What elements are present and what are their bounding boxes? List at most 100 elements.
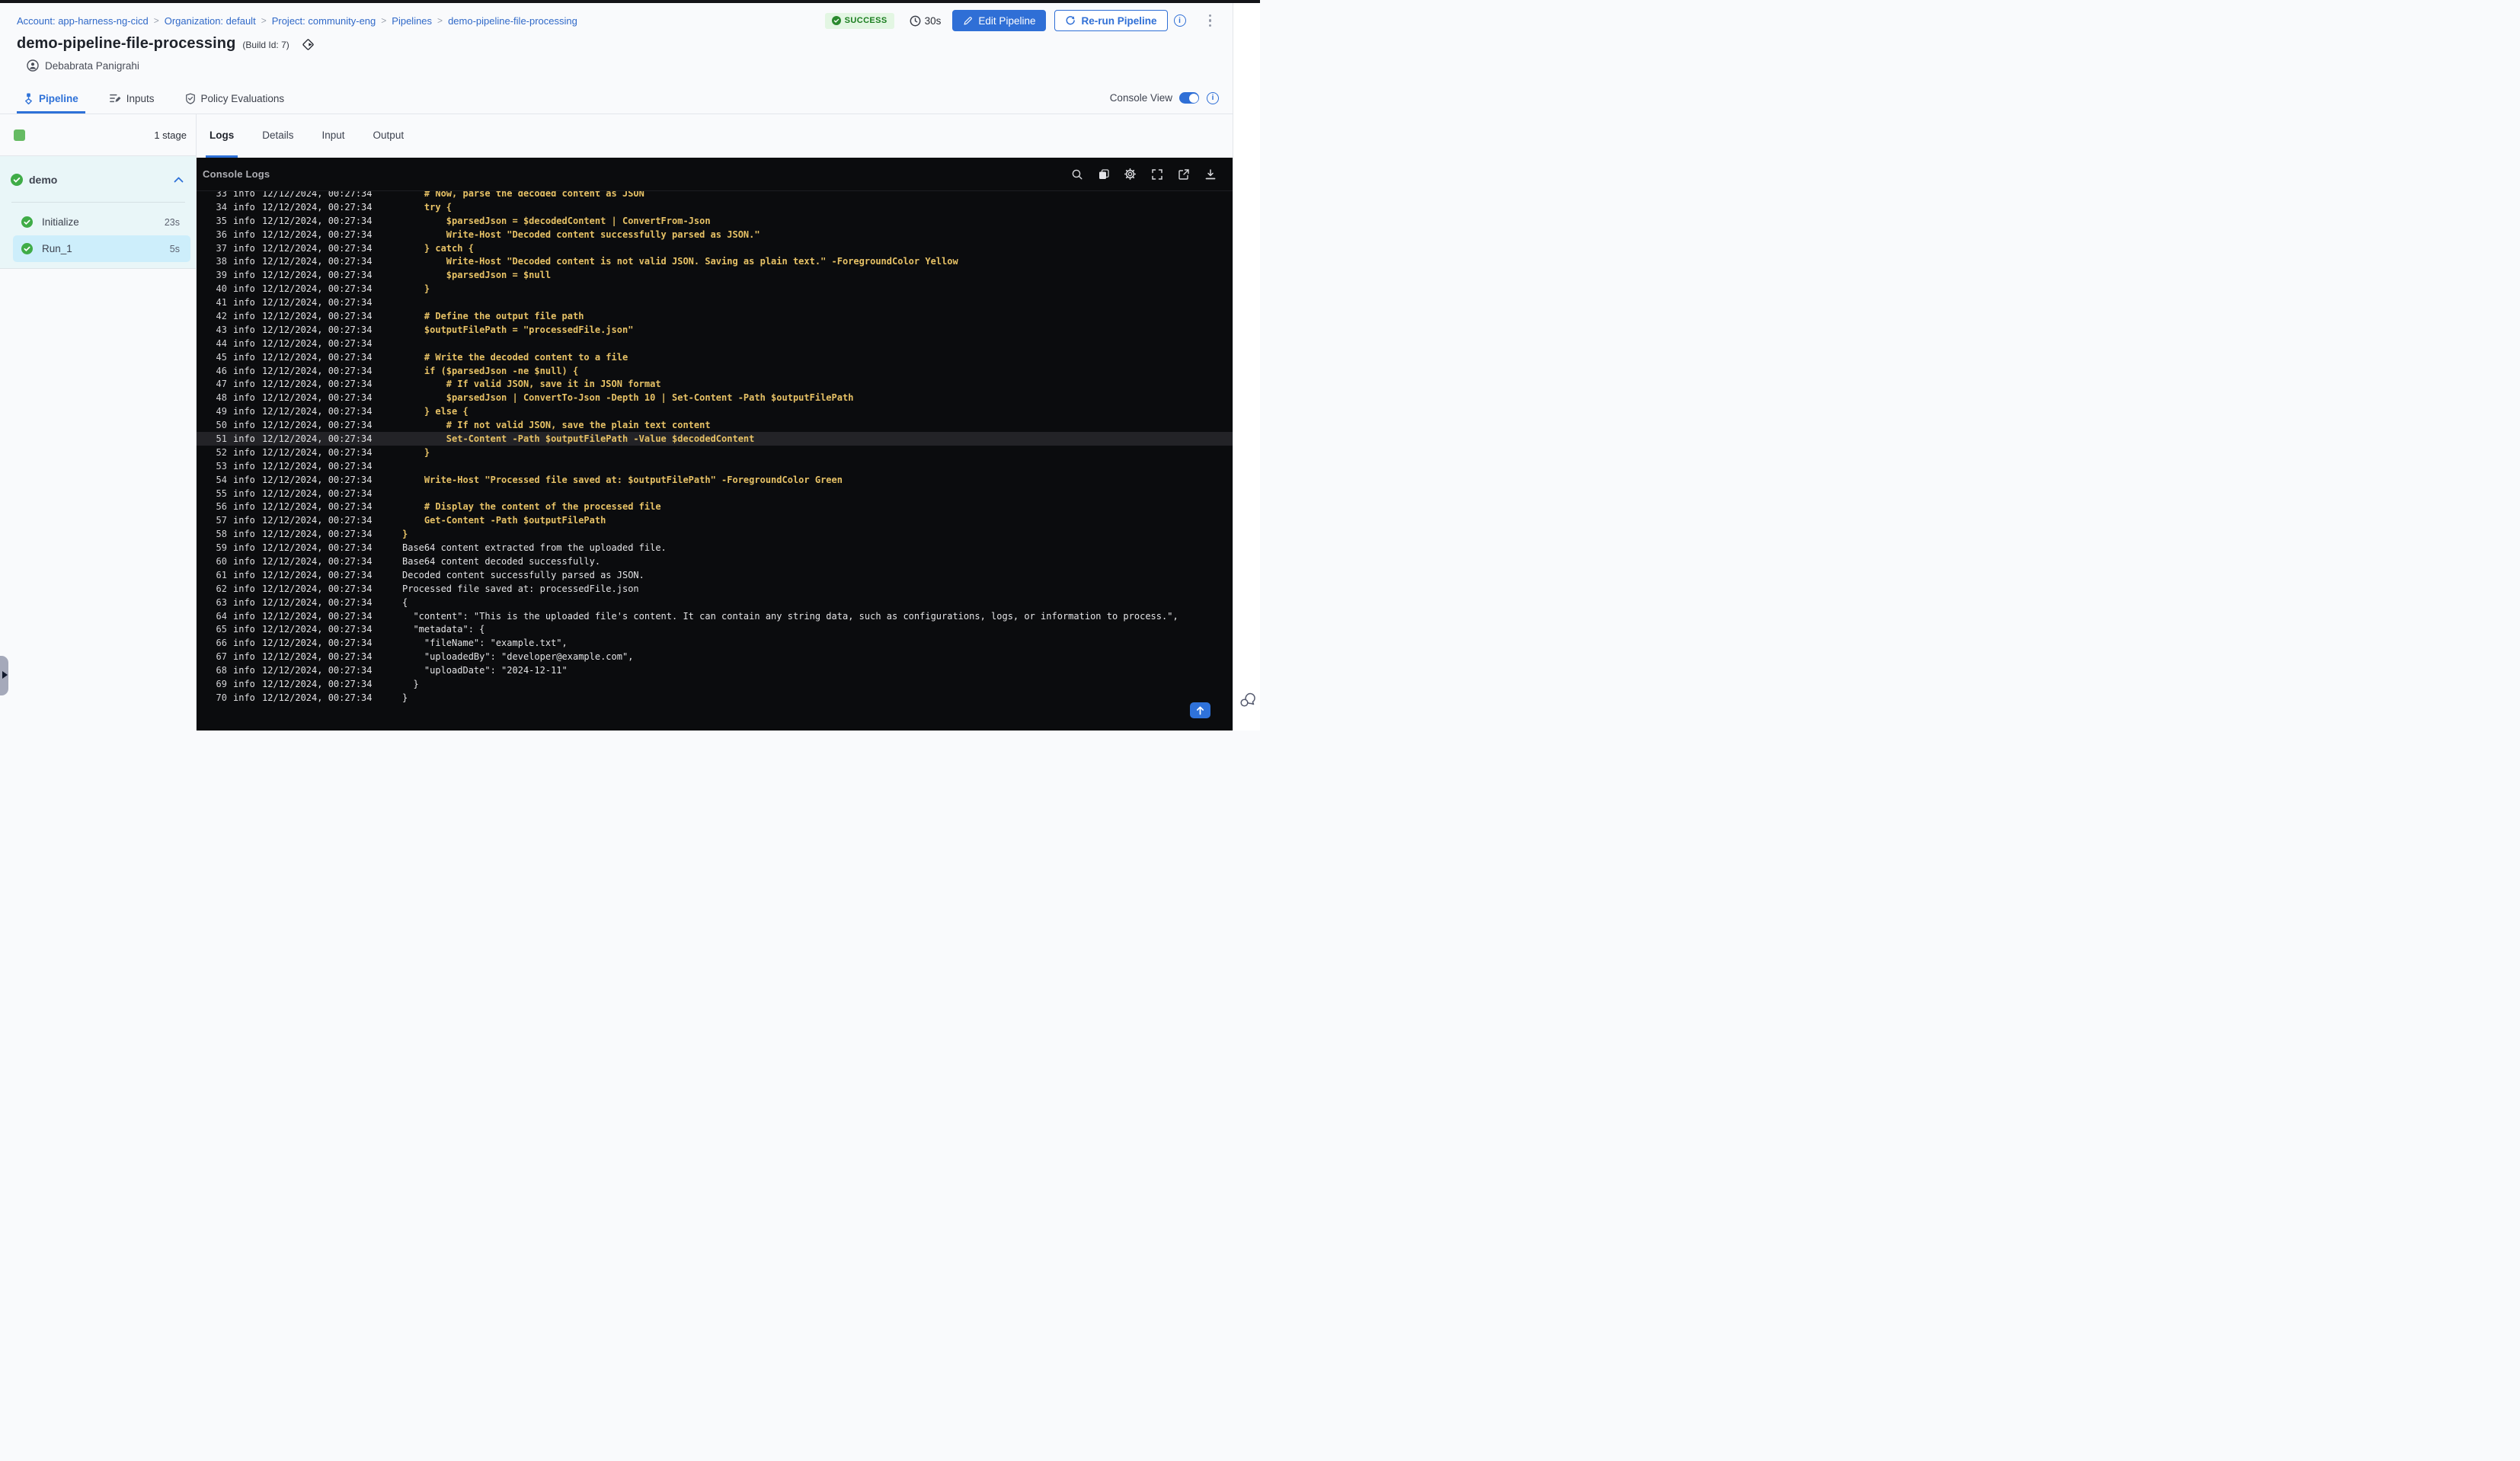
tab-policy-evaluations[interactable]: Policy Evaluations xyxy=(178,85,292,113)
tab-input[interactable]: Input xyxy=(318,114,349,158)
download-icon[interactable] xyxy=(1204,168,1217,181)
breadcrumb-link[interactable]: Account: app-harness-ng-cicd xyxy=(17,15,149,27)
log-line-63[interactable]: 63 info 12/12/2024, 00:27:34 { xyxy=(197,596,1233,609)
log-line-38[interactable]: 38 info 12/12/2024, 00:27:34 Write-Host "D… xyxy=(197,254,1233,268)
edit-pipeline-button[interactable]: Edit Pipeline xyxy=(952,10,1047,31)
log-line-60[interactable]: 60 info 12/12/2024, 00:27:34 Base64 content… xyxy=(197,555,1233,568)
log-line-48[interactable]: 48 info 12/12/2024, 00:27:34 $parsedJson |… xyxy=(197,391,1233,404)
log-line-62[interactable]: 62 info 12/12/2024, 00:27:34 Processed file… xyxy=(197,582,1233,596)
log-line-64[interactable]: 64 info 12/12/2024, 00:27:34 "content": "T… xyxy=(197,609,1233,623)
log-line-53[interactable]: 53 info 12/12/2024, 00:27:34 xyxy=(197,459,1233,473)
copy-icon[interactable] xyxy=(1097,168,1110,181)
step-label: Initialize xyxy=(42,216,79,228)
log-timestamp: 12/12/2024, 00:27:34 xyxy=(262,215,373,226)
tab-logs[interactable]: Logs xyxy=(206,114,238,158)
status-label: SUCCESS xyxy=(844,16,887,25)
log-line-45[interactable]: 45 info 12/12/2024, 00:27:34 # Write the d… xyxy=(197,350,1233,364)
breadcrumb-link[interactable]: Organization: default xyxy=(165,15,256,27)
fullscreen-icon[interactable] xyxy=(1150,168,1163,181)
log-line-number: 59 xyxy=(216,542,227,554)
log-line-43[interactable]: 43 info 12/12/2024, 00:27:34 $outputFilePa… xyxy=(197,323,1233,337)
log-message: $outputFilePath = "processedFile.json" xyxy=(402,324,634,335)
log-line-40[interactable]: 40 info 12/12/2024, 00:27:34 } xyxy=(197,282,1233,296)
tab-inputs[interactable]: Inputs xyxy=(102,85,161,113)
log-line-56[interactable]: 56 info 12/12/2024, 00:27:34 # Display the… xyxy=(197,500,1233,513)
log-level: info xyxy=(233,337,255,349)
log-line-39[interactable]: 39 info 12/12/2024, 00:27:34 $parsedJson =… xyxy=(197,268,1233,282)
log-line-49[interactable]: 49 info 12/12/2024, 00:27:34 } else { xyxy=(197,404,1233,418)
log-line-67[interactable]: 67 info 12/12/2024, 00:27:34 "uploadedBy":… xyxy=(197,650,1233,663)
log-line-36[interactable]: 36 info 12/12/2024, 00:27:34 Write-Host "D… xyxy=(197,228,1233,241)
log-message: "uploadDate": "2024-12-11" xyxy=(402,665,568,676)
console-view-toggle[interactable] xyxy=(1179,92,1199,104)
stage-row-demo[interactable]: demo xyxy=(0,168,196,191)
tab-pipeline[interactable]: Pipeline xyxy=(17,85,85,113)
pipeline-diagram-icon[interactable] xyxy=(302,38,315,51)
log-line-59[interactable]: 59 info 12/12/2024, 00:27:34 Base64 content… xyxy=(197,541,1233,555)
more-options-menu[interactable] xyxy=(1204,11,1217,30)
console-log-lines: 33 info 12/12/2024, 00:27:34 # Now, parse … xyxy=(197,191,1233,730)
step-row-run-1[interactable]: Run_1 5s xyxy=(13,235,190,262)
tab-details[interactable]: Details xyxy=(258,114,297,158)
log-line-55[interactable]: 55 info 12/12/2024, 00:27:34 xyxy=(197,487,1233,500)
log-line-number: 67 xyxy=(216,651,227,663)
log-timestamp: 12/12/2024, 00:27:34 xyxy=(262,624,373,635)
log-line-70[interactable]: 70 info 12/12/2024, 00:27:34} xyxy=(197,691,1233,705)
log-line-50[interactable]: 50 info 12/12/2024, 00:27:34 # If not vali… xyxy=(197,418,1233,432)
log-line-41[interactable]: 41 info 12/12/2024, 00:27:34 xyxy=(197,296,1233,309)
stage-success-icon xyxy=(11,174,23,186)
log-message: } else { xyxy=(402,406,469,417)
log-line-57[interactable]: 57 info 12/12/2024, 00:27:34 Get-Content -… xyxy=(197,513,1233,527)
expand-panel-handle[interactable] xyxy=(0,656,8,695)
log-line-69[interactable]: 69 info 12/12/2024, 00:27:34 } xyxy=(197,677,1233,691)
settings-gear-icon[interactable] xyxy=(1124,168,1137,181)
breadcrumb-link[interactable]: Pipelines xyxy=(392,15,432,27)
log-timestamp: 12/12/2024, 00:27:34 xyxy=(262,596,373,608)
log-message: # Define the output file path xyxy=(402,310,584,321)
log-line-52[interactable]: 52 info 12/12/2024, 00:27:34 } xyxy=(197,446,1233,459)
log-timestamp: 12/12/2024, 00:27:34 xyxy=(262,542,373,554)
log-line-51[interactable]: 51 info 12/12/2024, 00:27:34 Set-Content -… xyxy=(197,432,1233,446)
log-timestamp: 12/12/2024, 00:27:34 xyxy=(262,379,373,390)
scroll-to-top-button[interactable] xyxy=(1190,702,1210,718)
log-line-68[interactable]: 68 info 12/12/2024, 00:27:34 "uploadDate":… xyxy=(197,663,1233,677)
log-line-66[interactable]: 66 info 12/12/2024, 00:27:34 "fileName": "… xyxy=(197,636,1233,650)
breadcrumb-link[interactable]: Project: community-eng xyxy=(272,15,376,27)
log-timestamp: 12/12/2024, 00:27:34 xyxy=(262,365,373,376)
tab-output[interactable]: Output xyxy=(369,114,408,158)
log-message: $parsedJson | ConvertTo-Json -Depth 10 |… xyxy=(402,392,854,404)
log-line-35[interactable]: 35 info 12/12/2024, 00:27:34 $parsedJson =… xyxy=(197,214,1233,228)
log-line-47[interactable]: 47 info 12/12/2024, 00:27:34 # If valid JS… xyxy=(197,377,1233,391)
log-timestamp: 12/12/2024, 00:27:34 xyxy=(262,201,373,213)
log-line-37[interactable]: 37 info 12/12/2024, 00:27:34 } catch { xyxy=(197,241,1233,255)
log-timestamp: 12/12/2024, 00:27:34 xyxy=(262,529,373,540)
log-line-44[interactable]: 44 info 12/12/2024, 00:27:34 xyxy=(197,337,1233,350)
rerun-pipeline-button[interactable]: Re-run Pipeline xyxy=(1054,10,1168,31)
log-line-46[interactable]: 46 info 12/12/2024, 00:27:34 if ($parsedJs… xyxy=(197,364,1233,378)
breadcrumb-link[interactable]: demo-pipeline-file-processing xyxy=(448,15,577,27)
step-row-initialize[interactable]: Initialize 23s xyxy=(13,209,190,235)
log-message: Write-Host "Processed file saved at: $ou… xyxy=(402,474,843,485)
open-in-new-icon[interactable] xyxy=(1177,168,1190,181)
log-line-33[interactable]: 33 info 12/12/2024, 00:27:34 # Now, parse … xyxy=(197,191,1233,200)
log-line-58[interactable]: 58 info 12/12/2024, 00:27:34} xyxy=(197,527,1233,541)
log-line-number: 37 xyxy=(216,242,227,254)
console-view-info-icon[interactable]: i xyxy=(1207,91,1219,104)
log-line-61[interactable]: 61 info 12/12/2024, 00:27:34 Decoded conten… xyxy=(197,568,1233,582)
rerun-info-icon[interactable]: i xyxy=(1173,14,1186,27)
log-level: info xyxy=(233,242,255,254)
shield-check-icon xyxy=(185,92,195,104)
search-icon[interactable] xyxy=(1070,168,1083,181)
log-line-34[interactable]: 34 info 12/12/2024, 00:27:34 try { xyxy=(197,200,1233,214)
log-timestamp: 12/12/2024, 00:27:34 xyxy=(262,651,373,663)
log-line-42[interactable]: 42 info 12/12/2024, 00:27:34 # Define the … xyxy=(197,309,1233,323)
chevron-up-icon[interactable] xyxy=(174,177,184,183)
log-line-65[interactable]: 65 info 12/12/2024, 00:27:34 "metadata": { xyxy=(197,623,1233,637)
log-message: $parsedJson = $null xyxy=(402,270,552,281)
log-message: # Display the content of the processed f… xyxy=(402,501,661,513)
top-border-bar xyxy=(0,0,1260,3)
log-level: info xyxy=(233,474,255,485)
log-line-number: 66 xyxy=(216,638,227,649)
log-line-54[interactable]: 54 info 12/12/2024, 00:27:34 Write-Host "P… xyxy=(197,473,1233,487)
support-chat-icon[interactable] xyxy=(1239,692,1256,708)
